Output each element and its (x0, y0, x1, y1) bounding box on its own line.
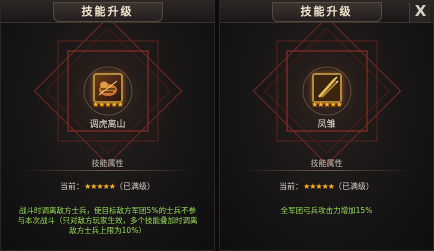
current-stars: ★★★★★ (303, 182, 335, 191)
current-status: （已满级） (114, 182, 155, 191)
tiger-skill-icon[interactable] (92, 73, 123, 103)
skill-upgrade-panel-right: 技能升级 X ★★★★★ 凤雏 技能属性 当前：★★★★★（已满级） 全军团弓兵… (219, 0, 434, 251)
divider (21, 170, 194, 171)
arrows-skill-icon-art (313, 75, 340, 101)
skill-star-rating: ★★★★★ (92, 100, 124, 109)
current-label: 当前： (60, 182, 85, 191)
section-label: 技能属性 (310, 159, 343, 168)
skill-name: 凤雏 (317, 120, 336, 130)
skill-upgrade-panel-left: 技能升级 ★★★★★ 调虎离山 技能属性 当前：★★★★★（已满级） 战斗时调离… (0, 0, 215, 251)
current-level-row: 当前：★★★★★（已满级） (220, 181, 433, 192)
divider (240, 170, 413, 171)
title-bar: 技能升级 (1, 1, 214, 23)
arrows-skill-icon[interactable] (311, 73, 342, 103)
current-status: （已满级） (333, 182, 374, 191)
panel-title: 技能升级 (52, 2, 163, 22)
skill-description: 全军团弓兵攻击力增加15% (280, 206, 373, 215)
skill-star-rating: ★★★★★ (311, 100, 343, 109)
tiger-skill-icon-art (98, 80, 117, 96)
current-level-row: 当前：★★★★★（已满级） (1, 181, 214, 192)
section-label: 技能属性 (91, 159, 124, 168)
close-button[interactable]: X (409, 2, 431, 22)
skill-name: 调虎离山 (89, 120, 126, 130)
skill-upgrade-screen: 技能升级 ★★★★★ 调虎离山 技能属性 当前：★★★★★（已满级） 战斗时调离… (0, 0, 434, 251)
panel-title: 技能升级 (271, 2, 382, 22)
skill-description: 战斗时调离敌方士兵，使目标敌方军团5%的士兵不参与本次战斗（只对敌方玩家生效，多… (17, 206, 198, 235)
current-label: 当前： (279, 182, 304, 191)
current-stars: ★★★★★ (84, 182, 116, 191)
title-bar: 技能升级 X (220, 1, 433, 23)
